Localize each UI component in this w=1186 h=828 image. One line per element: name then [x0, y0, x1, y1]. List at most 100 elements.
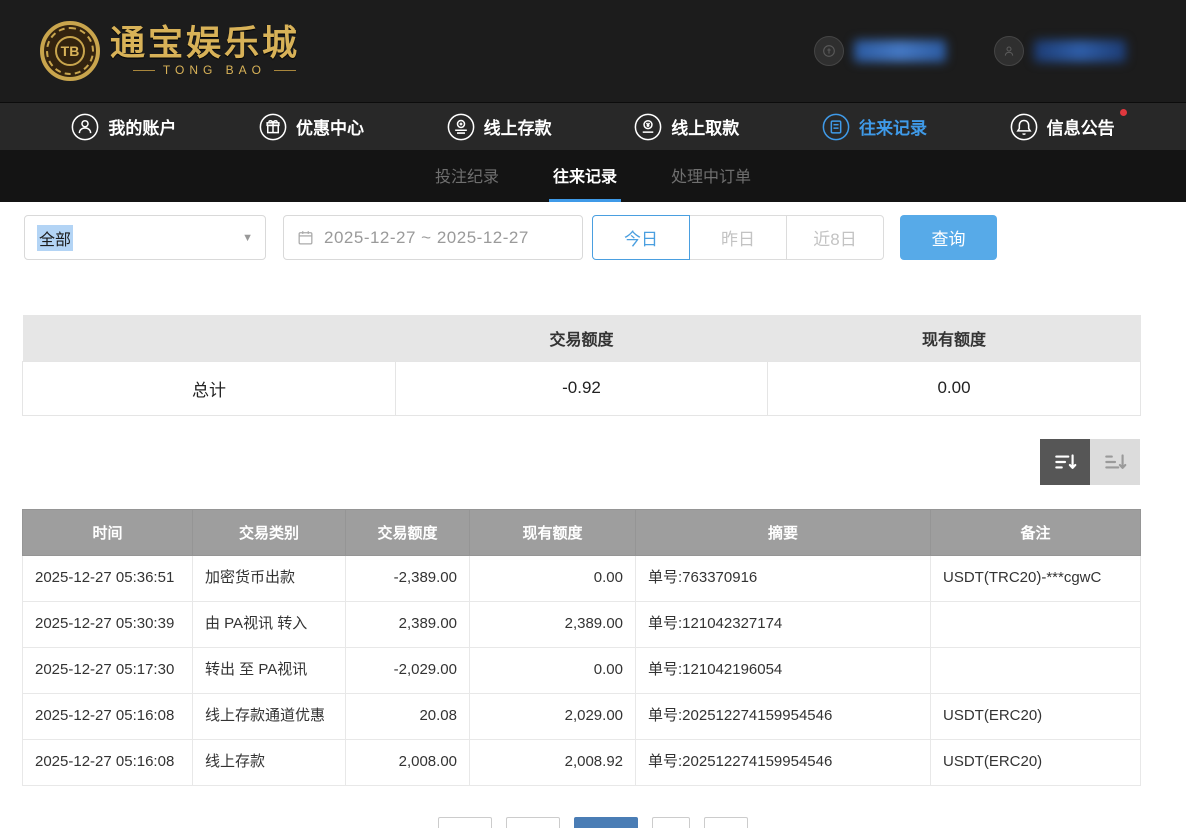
- summary-header-transaction-amount: 交易额度: [396, 315, 768, 361]
- coin-icon: [814, 36, 844, 66]
- table-cell: 2,389.00: [346, 601, 470, 647]
- summary-transaction-amount: -0.92: [396, 361, 768, 415]
- user-avatar-icon: [994, 36, 1024, 66]
- date-range-value: 2025-12-27 ~ 2025-12-27: [324, 228, 529, 248]
- nav-item-online-deposit[interactable]: 线上存款: [447, 113, 552, 141]
- table-row: 2025-12-27 05:16:08线上存款2,008.002,008.92单…: [23, 739, 1141, 785]
- tab-pending-orders[interactable]: 处理中订单: [667, 150, 755, 202]
- bell-icon: [1010, 113, 1038, 141]
- table-cell: 转出 至 PA视讯: [193, 647, 346, 693]
- type-select-value: 全部: [37, 225, 73, 251]
- nav-item-promotions[interactable]: 优惠中心: [259, 113, 364, 141]
- pagination-button[interactable]: [438, 817, 492, 828]
- chip-monogram: TB: [55, 36, 85, 66]
- table-cell: 单号:202512274159954546: [636, 693, 931, 739]
- tab-betting-records[interactable]: 投注纪录: [431, 150, 503, 202]
- table-cell: 2025-12-27 05:16:08: [23, 693, 193, 739]
- blurred-balance: [854, 40, 946, 62]
- table-header-cell: 时间: [23, 509, 193, 555]
- nav-label: 我的账户: [108, 114, 176, 139]
- deposit-icon: [447, 113, 475, 141]
- user-icon: [71, 113, 99, 141]
- quick-button-yesterday[interactable]: 昨日: [689, 215, 787, 260]
- sort-desc-icon: [1052, 449, 1078, 475]
- table-row: 2025-12-27 05:16:08线上存款通道优惠20.082,029.00…: [23, 693, 1141, 739]
- table-header-cell: 交易类别: [193, 509, 346, 555]
- summary-table: 交易额度 现有额度 总计 -0.92 0.00: [22, 315, 1141, 416]
- nav-item-online-withdrawal[interactable]: 线上取款: [634, 113, 739, 141]
- site-title: 通宝娱乐城: [110, 25, 300, 64]
- pagination: [0, 817, 1186, 828]
- table-cell: 0.00: [470, 647, 636, 693]
- nav-item-announcements[interactable]: 信息公告: [1010, 113, 1115, 141]
- table-cell: 2,389.00: [470, 601, 636, 647]
- table-header-cell: 摘要: [636, 509, 931, 555]
- nav-item-my-account[interactable]: 我的账户: [71, 113, 176, 141]
- table-cell: 单号:202512274159954546: [636, 739, 931, 785]
- table-cell: 单号:121042196054: [636, 647, 931, 693]
- search-button[interactable]: 查询: [900, 215, 997, 260]
- summary-current-balance: 0.00: [768, 361, 1141, 415]
- tab-transaction-records[interactable]: 往来记录: [549, 150, 621, 202]
- records-icon: [822, 113, 850, 141]
- gift-icon: [259, 113, 287, 141]
- chevron-down-icon: ▼: [242, 232, 253, 244]
- date-range-input[interactable]: 2025-12-27 ~ 2025-12-27: [283, 215, 583, 260]
- table-header-cell: 交易额度: [346, 509, 470, 555]
- table-cell: 20.08: [346, 693, 470, 739]
- table-cell: 加密货币出款: [193, 555, 346, 601]
- table-header-cell: 备注: [931, 509, 1141, 555]
- pagination-button[interactable]: [704, 817, 748, 828]
- table-row: 2025-12-27 05:30:39由 PA视讯 转入2,389.002,38…: [23, 601, 1141, 647]
- table-cell: -2,029.00: [346, 647, 470, 693]
- pagination-button[interactable]: [574, 817, 638, 828]
- nav-label: 优惠中心: [296, 114, 364, 139]
- sort-descending-button[interactable]: [1040, 439, 1090, 485]
- user-info-area: [814, 36, 1126, 66]
- table-cell: 2,008.92: [470, 739, 636, 785]
- table-cell: USDT(ERC20): [931, 739, 1141, 785]
- table-cell: 2025-12-27 05:30:39: [23, 601, 193, 647]
- table-cell: USDT(TRC20)-***cgwC: [931, 555, 1141, 601]
- nav-item-transaction-records[interactable]: 往来记录: [822, 113, 927, 141]
- filter-bar: 全部 ▼ 2025-12-27 ~ 2025-12-27 今日 昨日 近8日 查…: [0, 202, 1186, 315]
- summary-header-empty: [23, 315, 396, 361]
- casino-chip-icon: TB: [40, 21, 100, 81]
- nav-label: 信息公告: [1047, 114, 1115, 139]
- site-logo[interactable]: TB 通宝娱乐城 TONG BAO: [40, 21, 300, 81]
- summary-header-current-balance: 现有额度: [768, 315, 1141, 361]
- blurred-username: [1034, 40, 1126, 62]
- sort-ascending-button[interactable]: [1090, 439, 1140, 485]
- sub-navigation: 投注纪录 往来记录 处理中订单: [0, 150, 1186, 202]
- table-header-row: 时间交易类别交易额度现有额度摘要备注: [23, 509, 1141, 555]
- quick-button-last-8-days[interactable]: 近8日: [786, 215, 884, 260]
- type-select[interactable]: 全部 ▼: [24, 215, 266, 260]
- nav-label: 往来记录: [859, 114, 927, 139]
- account-balance-group[interactable]: [814, 36, 946, 66]
- table-cell: 单号:763370916: [636, 555, 931, 601]
- table-cell: USDT(ERC20): [931, 693, 1141, 739]
- table-cell: 线上存款通道优惠: [193, 693, 346, 739]
- table-cell: 2025-12-27 05:36:51: [23, 555, 193, 601]
- sort-controls: [22, 439, 1140, 485]
- main-navigation: 我的账户 优惠中心 线上存款 线上取款 往来记录 信息公告: [0, 102, 1186, 150]
- table-cell: 2025-12-27 05:17:30: [23, 647, 193, 693]
- notification-badge: [1120, 109, 1127, 116]
- table-cell: 线上存款: [193, 739, 346, 785]
- summary-row: 总计 -0.92 0.00: [23, 361, 1141, 415]
- top-header: TB 通宝娱乐城 TONG BAO: [0, 0, 1186, 102]
- pagination-button[interactable]: [506, 817, 560, 828]
- summary-total-label: 总计: [23, 361, 396, 415]
- pagination-button[interactable]: [652, 817, 690, 828]
- table-row: 2025-12-27 05:17:30转出 至 PA视讯-2,029.000.0…: [23, 647, 1141, 693]
- table-cell: -2,389.00: [346, 555, 470, 601]
- transactions-table: 时间交易类别交易额度现有额度摘要备注 2025-12-27 05:36:51加密…: [22, 509, 1141, 786]
- table-cell: 2,029.00: [470, 693, 636, 739]
- table-cell: 0.00: [470, 555, 636, 601]
- sort-asc-icon: [1102, 449, 1128, 475]
- quick-button-today[interactable]: 今日: [592, 215, 690, 260]
- table-cell: 2025-12-27 05:16:08: [23, 739, 193, 785]
- withdraw-icon: [634, 113, 662, 141]
- quick-date-group: 今日 昨日 近8日: [592, 215, 884, 260]
- account-name-group[interactable]: [994, 36, 1126, 66]
